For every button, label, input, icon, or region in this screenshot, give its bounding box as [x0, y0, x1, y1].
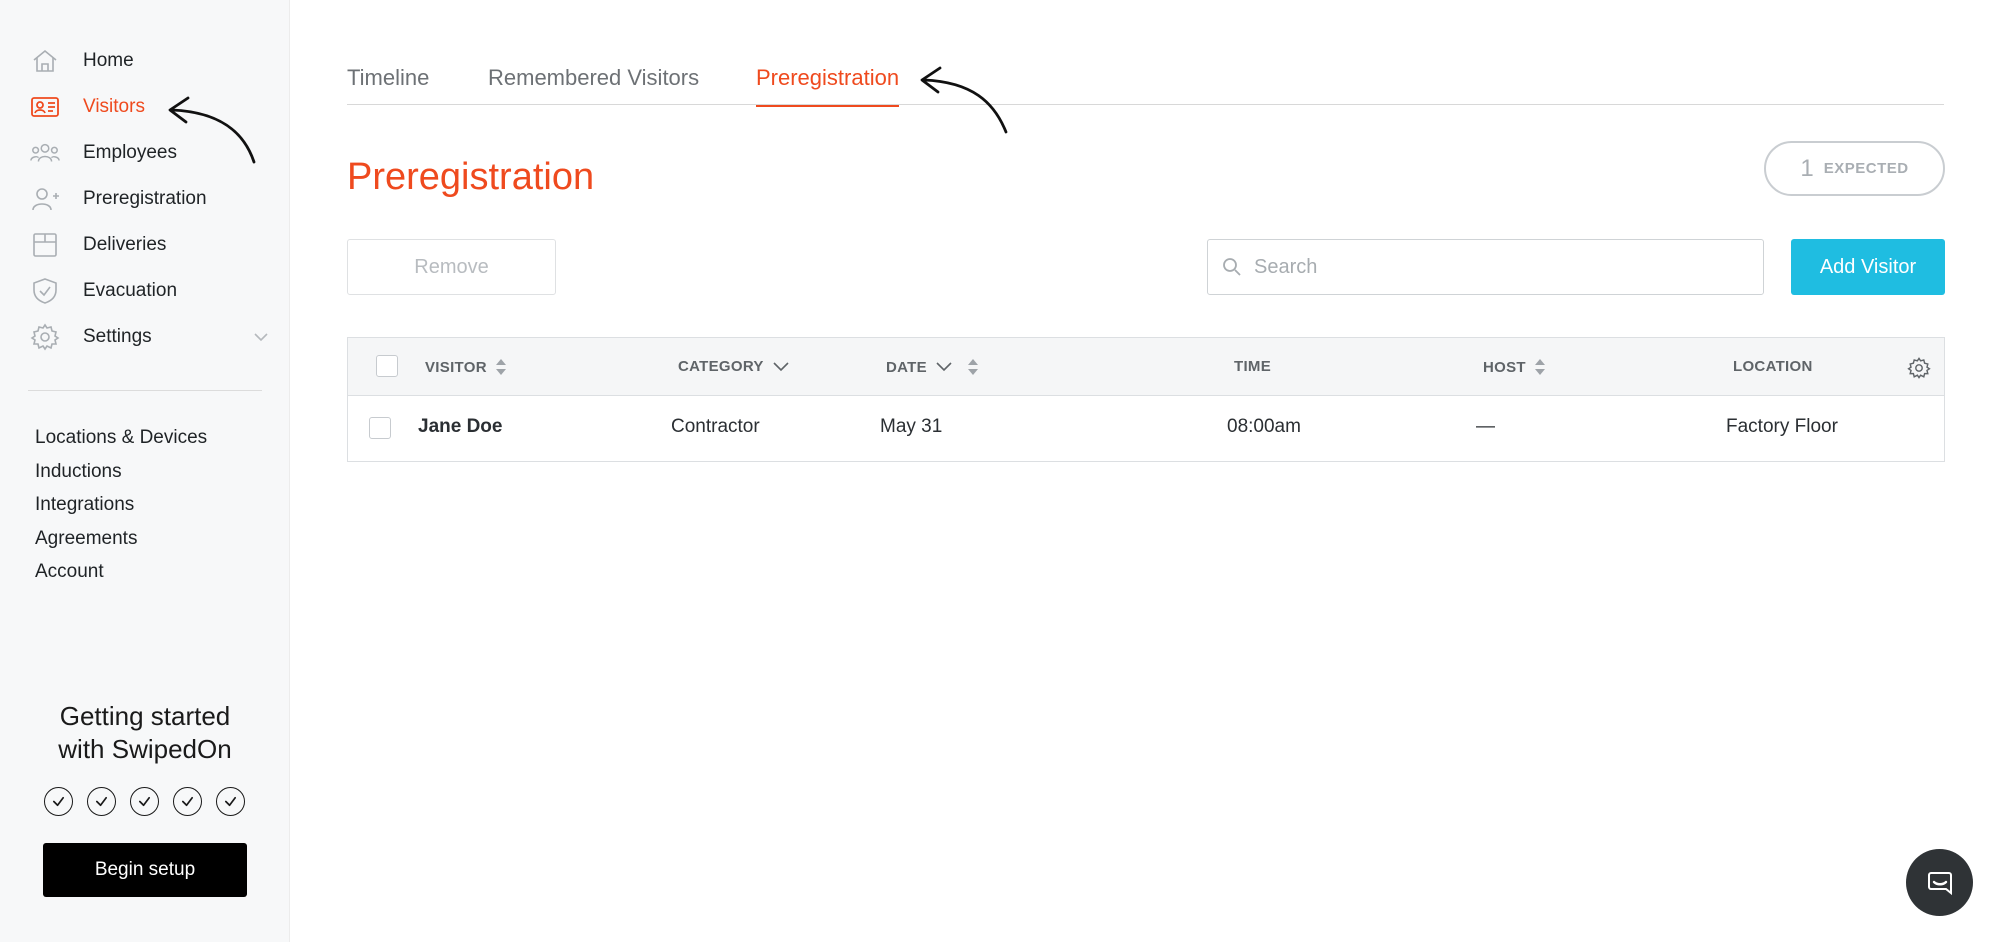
column-header-label: CATEGORY [678, 358, 764, 375]
setup-step-check-icon [130, 787, 159, 816]
expected-label: EXPECTED [1823, 160, 1909, 177]
column-header-label: TIME [1234, 358, 1272, 375]
column-header-visitor[interactable]: VISITOR [425, 358, 507, 376]
column-header-location: LOCATION [1733, 358, 1813, 375]
visitor-time: 08:00am [1227, 416, 1301, 437]
sort-icon [495, 359, 506, 375]
sidebar-item-label: Deliveries [83, 234, 167, 255]
column-header-label: LOCATION [1733, 358, 1813, 375]
shield-check-icon [30, 276, 66, 306]
tab-preregistration[interactable]: Preregistration [756, 65, 900, 107]
tab-bar: Timeline Remembered Visitors Preregistra… [347, 55, 1944, 107]
user-plus-icon [30, 184, 66, 214]
tab-remembered-visitors[interactable]: Remembered Visitors [488, 65, 699, 105]
setup-step-check-icon [87, 787, 116, 816]
box-icon [30, 230, 66, 260]
search-icon [1223, 258, 1241, 276]
column-header-category[interactable]: CATEGORY [678, 358, 790, 375]
sidebar-item-evacuation[interactable]: Evacuation [30, 271, 270, 311]
column-header-host[interactable]: HOST [1483, 358, 1546, 376]
visitor-category: Contractor [671, 416, 760, 437]
column-header-label: HOST [1483, 358, 1526, 376]
column-settings-gear-icon[interactable] [1907, 356, 1931, 380]
getting-started-line2: with SwipedOn [58, 734, 232, 764]
visitor-table: VISITOR CATEGORY DATE TIME HOST LOCATION… [347, 337, 1945, 462]
column-header-time: TIME [1234, 358, 1271, 375]
begin-setup-button[interactable]: Begin setup [43, 843, 247, 897]
link-inductions[interactable]: Inductions [35, 461, 122, 483]
setup-step-check-icon [44, 787, 73, 816]
select-all-checkbox[interactable] [376, 355, 398, 377]
home-icon [30, 46, 66, 76]
remove-button[interactable]: Remove [347, 239, 556, 295]
sidebar: Home Visitors Employees Preregistration … [0, 0, 290, 942]
sidebar-item-visitors[interactable]: Visitors [30, 87, 270, 127]
sidebar-item-label: Preregistration [83, 188, 207, 209]
sort-icon [1534, 359, 1545, 375]
link-locations-devices[interactable]: Locations & Devices [35, 427, 207, 449]
tab-timeline[interactable]: Timeline [347, 65, 429, 105]
chevron-down-icon [936, 362, 952, 372]
setup-step-check-icon [216, 787, 245, 816]
sidebar-item-label: Visitors [83, 96, 145, 117]
row-checkbox[interactable] [369, 417, 391, 439]
search-input[interactable] [1254, 255, 1734, 279]
getting-started-line1: Getting started [59, 701, 231, 731]
link-agreements[interactable]: Agreements [35, 528, 137, 550]
search-field[interactable] [1207, 239, 1764, 295]
chat-icon [1927, 871, 1952, 895]
chevron-down-icon [254, 333, 268, 342]
sidebar-item-settings[interactable]: Settings [30, 317, 270, 357]
sidebar-item-label: Settings [83, 326, 152, 347]
chevron-down-icon [773, 361, 789, 371]
people-icon [30, 138, 66, 168]
column-header-label: VISITOR [425, 358, 487, 376]
sidebar-item-employees[interactable]: Employees [30, 133, 270, 173]
visitor-host: — [1476, 416, 1495, 437]
table-header: VISITOR CATEGORY DATE TIME HOST LOCATION [348, 338, 1944, 396]
visitor-name[interactable]: Jane Doe [418, 416, 502, 438]
link-integrations[interactable]: Integrations [35, 494, 134, 516]
setup-progress-steps [44, 787, 245, 816]
column-header-date[interactable]: DATE [886, 358, 979, 376]
sidebar-item-deliveries[interactable]: Deliveries [30, 225, 270, 265]
sidebar-item-label: Evacuation [83, 280, 178, 301]
column-header-label: DATE [886, 358, 927, 376]
expected-count-badge[interactable]: 1 EXPECTED [1764, 141, 1945, 196]
sidebar-item-preregistration[interactable]: Preregistration [30, 179, 270, 219]
gear-icon [30, 322, 66, 352]
page-title: Preregistration [347, 156, 595, 198]
visitor-location: Factory Floor [1726, 416, 1838, 437]
sidebar-item-home[interactable]: Home [30, 41, 270, 81]
expected-count: 1 [1800, 154, 1814, 182]
id-card-icon [30, 92, 66, 122]
getting-started-heading: Getting started with SwipedOn [0, 700, 290, 766]
sidebar-divider [28, 390, 262, 391]
sort-icon [967, 359, 978, 375]
chat-launcher-button[interactable] [1906, 849, 1973, 916]
link-account[interactable]: Account [35, 561, 104, 583]
sidebar-item-label: Employees [83, 142, 177, 163]
setup-step-check-icon [173, 787, 202, 816]
add-visitor-button[interactable]: Add Visitor [1791, 239, 1945, 295]
sidebar-item-label: Home [83, 50, 134, 71]
visitor-date: May 31 [880, 416, 943, 437]
